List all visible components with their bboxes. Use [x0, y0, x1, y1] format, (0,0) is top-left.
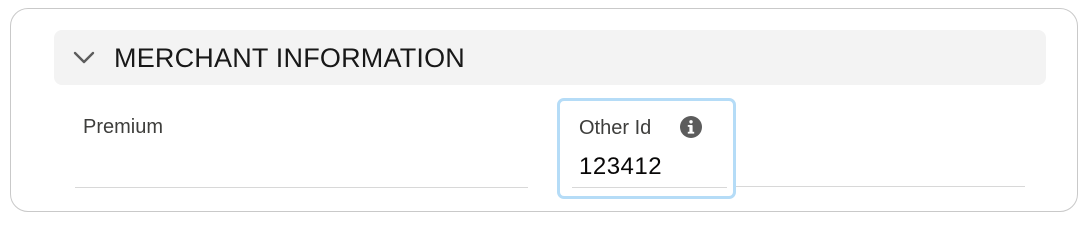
- chevron-down-icon[interactable]: [72, 48, 96, 68]
- section-title: MERCHANT INFORMATION: [114, 43, 465, 73]
- section-header-merchant-information[interactable]: MERCHANT INFORMATION: [54, 30, 1046, 85]
- info-icon[interactable]: [679, 115, 703, 139]
- premium-field[interactable]: Premium: [75, 104, 528, 188]
- other-id-underline: [572, 187, 727, 188]
- other-id-label: Other Id: [579, 117, 652, 139]
- other-id-field[interactable]: Other Id 123412: [557, 98, 736, 199]
- premium-label: Premium: [83, 116, 164, 138]
- other-id-value[interactable]: 123412: [579, 153, 662, 181]
